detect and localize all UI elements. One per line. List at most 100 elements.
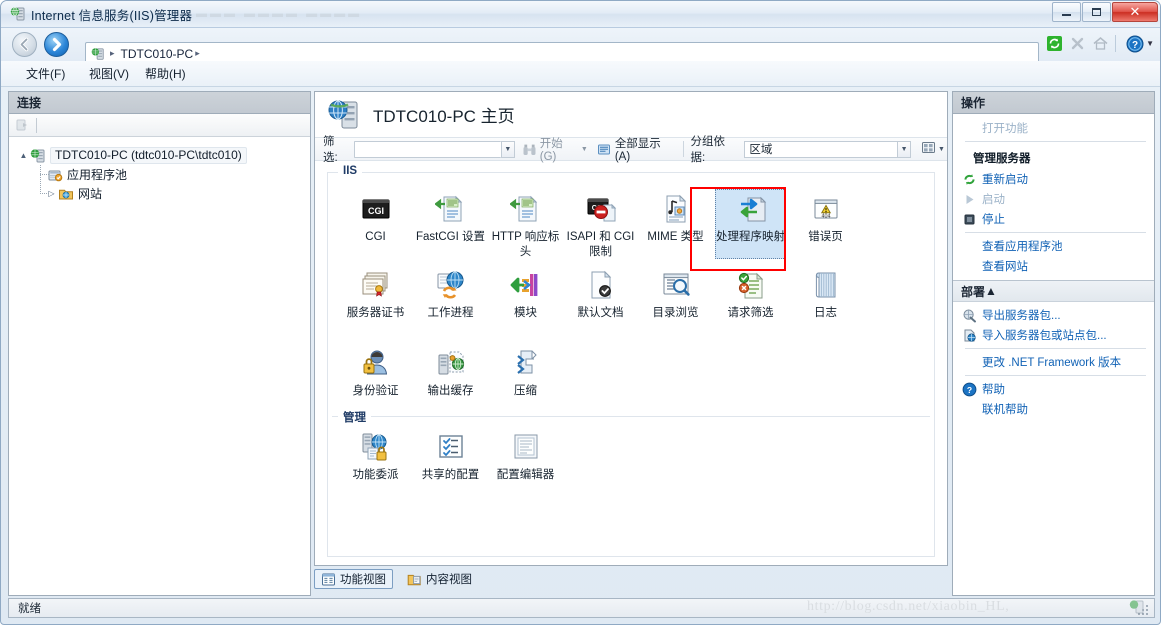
help-dropdown-caret[interactable]: ▼ <box>1146 39 1154 48</box>
tree-guide-branch <box>40 193 49 194</box>
group-by-caret[interactable]: ▼ <box>897 140 912 158</box>
action-view-sites[interactable]: 查看网站 <box>953 256 1154 276</box>
show-all-button[interactable]: 全部显示(A) <box>597 135 676 163</box>
feature-worker-processes[interactable]: 工作进程 <box>413 265 488 337</box>
handler-mappings-icon <box>735 193 767 225</box>
title-bar: Internet 信息服务(IIS)管理器 ▬▬▬ ▬▬▬▬ ▬▬▬▬ ✕ <box>1 1 1160 28</box>
feature-authentication[interactable]: 身份验证 <box>338 343 413 415</box>
feature-request-filtering[interactable]: 请求筛选 <box>713 265 788 337</box>
feature-output-caching[interactable]: 输出缓存 <box>413 343 488 415</box>
feature-logging[interactable]: 日志 <box>788 265 863 337</box>
feature-server-certificates[interactable]: 服务器证书 <box>338 265 413 337</box>
main-content-panel: TDTC010-PC 主页 筛选: ▼ 开始(G) ▼ 全部显示(A) 分组依据… <box>314 91 948 566</box>
import-package-icon <box>962 328 977 343</box>
group-by-label: 分组依据: <box>690 136 726 164</box>
connect-to-server-icon[interactable] <box>14 117 30 133</box>
action-change-dotnet-framework-version[interactable]: 更改 .NET Framework 版本 <box>953 352 1154 372</box>
view-mode-icon[interactable] <box>921 140 936 158</box>
actions-group-manage-server-title: 管理服务器 <box>973 153 1031 165</box>
menu-file[interactable]: 文件(F) <box>19 65 72 83</box>
shared-configuration-icon <box>435 431 467 463</box>
feature-authentication-label: 身份验证 <box>352 385 399 397</box>
feature-logging-label: 日志 <box>814 307 837 319</box>
status-text: 就绪 <box>18 603 41 615</box>
forward-button[interactable] <box>44 32 69 57</box>
stop-square-icon <box>962 212 977 227</box>
stop-icon <box>1068 34 1087 53</box>
feature-error-pages[interactable]: 404 错误页 <box>788 189 863 261</box>
binoculars-icon <box>522 142 537 157</box>
section-divider-management <box>332 416 930 417</box>
content-view-icon <box>407 572 422 587</box>
action-import-server-or-site-package[interactable]: 导入服务器包或站点包... <box>953 325 1154 345</box>
filter-input[interactable] <box>354 140 501 158</box>
feature-isapi-cgi-restrictions-label: ISAPI 和 CGI 限制 <box>566 231 635 258</box>
help-icon[interactable]: ? <box>1125 34 1144 53</box>
feature-directory-browsing-label: 目录浏览 <box>652 307 699 319</box>
page-header: TDTC010-PC 主页 <box>315 92 947 137</box>
action-export-server-package[interactable]: 导出服务器包... <box>953 305 1154 325</box>
feature-output-caching-label: 输出缓存 <box>427 385 474 397</box>
menu-help[interactable]: 帮助(H) <box>138 65 193 83</box>
feature-request-filtering-label: 请求筛选 <box>727 307 774 319</box>
features-frame: IIS CGI CGI FastCGI 设置 HTTP 响应标头 ISAPI 和… <box>327 165 935 557</box>
feature-isapi-cgi-restrictions[interactable]: CGI ISAPI 和 CGI 限制 <box>563 189 638 261</box>
filter-label: 筛选: <box>323 136 338 164</box>
feature-directory-browsing[interactable]: 目录浏览 <box>638 265 713 337</box>
breadcrumb-server[interactable]: TDTC010-PC <box>121 47 194 61</box>
tree-node-sites[interactable]: ▷ 网站 <box>35 184 310 203</box>
tree-node-server[interactable]: ▲ TDTC010-PC (tdtc010-PC\tdtc010) <box>18 146 310 165</box>
action-help[interactable]: ? 帮助 <box>953 379 1154 399</box>
action-import-server-or-site-package-label: 导入服务器包或站点包... <box>982 330 1107 342</box>
feature-feature-delegation[interactable]: 功能委派 <box>338 427 413 499</box>
iis-server-icon <box>10 6 26 22</box>
feature-fastcgi-settings[interactable]: FastCGI 设置 <box>413 189 488 261</box>
group-by-select[interactable]: 区域 <box>744 140 898 158</box>
feature-configuration-editor-label: 配置编辑器 <box>496 469 555 481</box>
feature-compression[interactable]: 压缩 <box>488 343 563 415</box>
menu-view[interactable]: 视图(V) <box>82 65 136 83</box>
tab-content-view-label: 内容视图 <box>426 574 472 586</box>
actions-header: 操作 <box>953 92 1154 114</box>
feature-configuration-editor[interactable]: 配置编辑器 <box>488 427 563 499</box>
feature-http-response-headers[interactable]: HTTP 响应标头 <box>488 189 563 261</box>
minimize-button[interactable] <box>1052 2 1081 22</box>
feature-delegation-icon <box>360 431 392 463</box>
action-open-feature-label: 打开功能 <box>982 123 1028 135</box>
filter-go-caret[interactable]: ▼ <box>579 141 590 158</box>
tree-node-app-pools[interactable]: 应用程序池 <box>35 165 310 184</box>
collapse-deploy-icon[interactable]: ▲ <box>985 284 997 298</box>
feature-shared-configuration[interactable]: 共享的配置 <box>413 427 488 499</box>
feature-default-document[interactable]: 默认文档 <box>563 265 638 337</box>
chevron-down-icon[interactable]: ▲ <box>18 151 29 160</box>
feature-worker-processes-label: 工作进程 <box>427 307 474 319</box>
feature-handler-mappings[interactable]: 处理程序映射 <box>713 189 788 261</box>
filter-dropdown-caret[interactable]: ▼ <box>500 140 515 158</box>
back-button[interactable] <box>12 32 37 57</box>
filter-bar: 筛选: ▼ 开始(G) ▼ 全部显示(A) 分组依据: 区域 ▼ ▼ <box>315 135 947 164</box>
feature-default-document-label: 默认文档 <box>577 307 624 319</box>
actions-group-help: ? 帮助 联机帮助 <box>953 379 1154 419</box>
feature-mime-types[interactable]: MIME 类型 <box>638 189 713 261</box>
directory-browsing-icon <box>660 269 692 301</box>
action-view-app-pools[interactable]: 查看应用程序池 <box>953 236 1154 256</box>
action-open-feature: 打开功能 <box>953 118 1154 138</box>
close-button[interactable]: ✕ <box>1112 2 1158 22</box>
tab-content-view[interactable]: 内容视图 <box>401 569 478 589</box>
action-view-sites-label: 查看网站 <box>982 261 1028 273</box>
feature-modules[interactable]: 模块 <box>488 265 563 337</box>
tab-features-view[interactable]: 功能视图 <box>314 569 393 589</box>
breadcrumb-separator-2[interactable]: ▸ <box>195 48 200 59</box>
view-mode-caret[interactable]: ▼ <box>936 141 947 158</box>
action-restart[interactable]: 重新启动 <box>953 169 1154 189</box>
action-online-help[interactable]: 联机帮助 <box>953 399 1154 419</box>
action-stop[interactable]: 停止 <box>953 209 1154 229</box>
filter-go-button[interactable]: 开始(G) <box>522 135 579 163</box>
refresh-icon[interactable] <box>1045 34 1064 53</box>
window-title: Internet 信息服务(IIS)管理器 <box>31 9 193 23</box>
action-view-app-pools-label: 查看应用程序池 <box>982 241 1063 253</box>
breadcrumb-separator-1: ▸ <box>110 48 115 58</box>
maximize-button[interactable] <box>1082 2 1111 22</box>
feature-cgi[interactable]: CGI CGI <box>338 189 413 261</box>
address-bar-tools: ? ▼ <box>1041 34 1154 53</box>
